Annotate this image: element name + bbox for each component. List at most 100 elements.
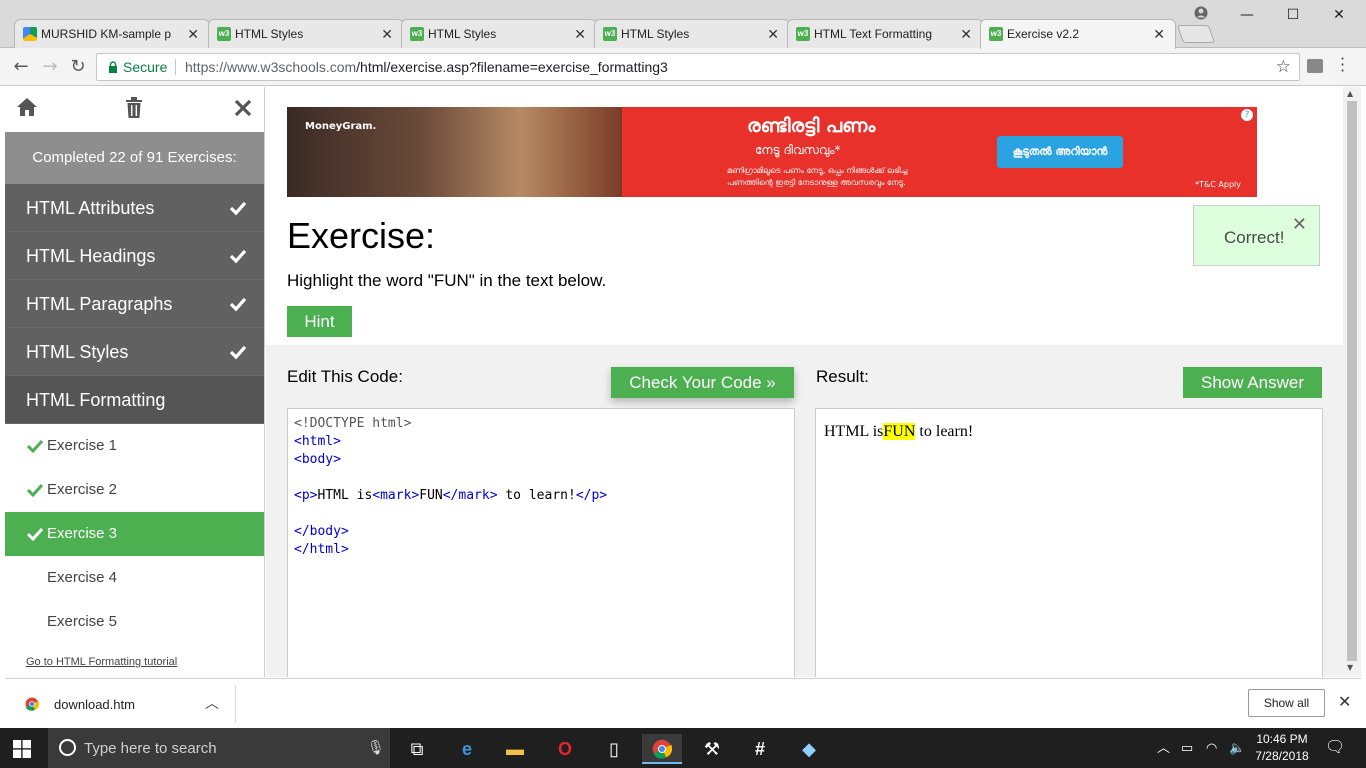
w3schools-icon: w3 [603,27,617,41]
ad-cta-button[interactable]: കൂടുതൽ അറിയാൻ [997,136,1123,168]
search-icon [59,739,76,756]
tab-html-text-formatting[interactable]: w3 HTML Text Formatting ✕ [787,19,983,49]
tab-html-styles-2[interactable]: w3 HTML Styles ✕ [401,19,597,49]
tab-html-styles-1[interactable]: w3 HTML Styles ✕ [208,19,404,49]
volume-icon[interactable]: 🔈 [1229,728,1245,768]
download-divider [235,685,236,723]
ad-title: രണ്ടിരട്ടി പണം [747,115,876,137]
hint-button[interactable]: Hint [287,306,352,337]
close-icon[interactable]: ✕ [767,20,779,48]
chevron-up-icon[interactable]: ︿ [1157,728,1170,768]
w3schools-icon: w3 [989,27,1003,41]
chevron-up-icon[interactable]: ︿ [205,693,219,713]
forward-arrow-icon[interactable]: → [39,56,61,78]
chrome-icon[interactable] [642,734,682,764]
close-icon[interactable]: ✕ [1153,20,1165,48]
window-close-button[interactable]: ✕ [1316,0,1362,30]
exercise-item-3[interactable]: Exercise 3 [5,512,264,556]
code-line: </html> [294,542,349,557]
profile-icon[interactable] [1178,0,1224,30]
section-html-paragraphs[interactable]: HTML Paragraphs [5,280,264,328]
close-icon[interactable] [234,99,252,117]
show-all-button[interactable]: Show all [1248,689,1325,717]
google-drive-icon [23,27,37,41]
exercise-sidebar: Completed 22 of 91 Exercises: HTML Attri… [5,87,265,677]
correct-message: Correct! [1224,228,1285,247]
battery-icon[interactable]: ▭ [1181,728,1193,768]
maximize-button[interactable]: ☐ [1270,0,1316,30]
section-html-styles[interactable]: HTML Styles [5,328,264,376]
address-bar[interactable]: Secure https://www.w3schools.com/html/ex… [96,53,1300,81]
scroll-up-arrow-icon[interactable]: ▲ [1347,89,1353,98]
close-icon[interactable]: ✕ [960,20,972,48]
file-explorer-icon[interactable]: ▬ [495,734,535,764]
ad-brand-logo: MoneyGram. [305,121,377,132]
result-label: Result: [816,367,869,386]
notepad-icon[interactable]: ▯ [594,734,634,764]
tab-murshid[interactable]: MURSHID KM-sample pr ✕ [14,19,210,49]
exercise-item-5[interactable]: Exercise 5 [5,600,264,644]
scrollbar-thumb[interactable] [1347,101,1357,661]
close-icon[interactable]: ✕ [1338,692,1351,712]
exercise-item-2[interactable]: Exercise 2 [5,468,264,512]
opera-icon[interactable]: O [545,734,585,764]
check-code-button[interactable]: Check Your Code » [611,367,794,398]
menu-icon[interactable]: · · · [1340,51,1345,79]
code-line: <html> [294,434,341,449]
url-text[interactable]: https://www.w3schools.com/html/exercise.… [185,54,668,80]
ad-subtitle: നേടൂ ദിവസവും* [755,143,841,157]
tab-html-styles-3[interactable]: w3 HTML Styles ✕ [594,19,790,49]
browser-tabstrip: MURSHID KM-sample pr ✕ w3 HTML Styles ✕ … [0,0,1366,49]
w3schools-icon: w3 [217,27,231,41]
correct-notification: Correct! ✕ [1193,205,1320,266]
progress-summary: Completed 22 of 91 Exercises: [5,132,264,184]
section-html-headings[interactable]: HTML Headings [5,232,264,280]
code-line: <body> [294,452,341,467]
section-html-attributes[interactable]: HTML Attributes [5,184,264,232]
notification-icon[interactable]: 🗨 [1325,728,1345,768]
bookmark-star-icon[interactable]: ☆ [1276,54,1291,80]
edit-code-label: Edit This Code: [287,367,403,386]
scroll-down-arrow-icon[interactable]: ▼ [1347,663,1353,672]
page-content: Completed 22 of 91 Exercises: HTML Attri… [5,87,1361,677]
tools-icon[interactable]: ⚒ [692,734,732,764]
app-icon[interactable]: ◆ [789,734,829,764]
taskbar-search[interactable]: Type here to search 🎙 [48,728,390,768]
task-view-icon[interactable]: ⧉ [397,734,437,764]
slack-icon[interactable]: # [740,734,780,764]
advertisement-banner[interactable]: MoneyGram. രണ്ടിരട്ടി പണം നേടൂ ദിവസവും* … [287,107,1257,197]
tab-exercise[interactable]: w3 Exercise v2.2 ✕ [980,19,1176,49]
home-icon[interactable] [16,97,38,117]
edge-browser-icon[interactable]: e [447,734,487,764]
trash-icon[interactable] [125,97,143,119]
code-editor[interactable]: <!DOCTYPE html> <html> <body> <p>HTML is… [287,408,795,677]
tutorial-link[interactable]: Go to HTML Formatting tutorial [26,656,177,668]
section-html-formatting[interactable]: HTML Formatting [5,376,264,424]
reload-icon[interactable]: ↻ [67,56,89,78]
clock-date: 7/28/2018 [1255,749,1309,763]
exercise-item-4[interactable]: Exercise 4 [5,556,264,600]
close-icon[interactable]: ✕ [574,20,586,48]
extension-icon[interactable] [1307,59,1323,73]
omnibox-divider [175,59,176,75]
microphone-icon[interactable]: 🎙 [367,739,385,756]
close-icon[interactable]: ✕ [381,20,393,48]
show-answer-button[interactable]: Show Answer [1183,367,1322,398]
page-title: Exercise: [287,215,436,256]
system-clock[interactable]: 10:46 PM 7/28/2018 [1252,731,1312,765]
minimize-button[interactable]: — [1224,0,1270,30]
page-scrollbar[interactable]: ▲ ▼ [1343,87,1361,677]
search-placeholder: Type here to search [84,740,217,757]
windows-start-icon[interactable] [13,740,31,763]
secure-label: Secure [123,59,168,75]
wifi-icon[interactable]: ◠ [1206,728,1217,768]
ad-small-text: മണിഗ്രാമിലൂടെ പണം നേടൂ, ഒപ്പം നിങ്ങൾക്ക്… [727,166,908,187]
close-icon[interactable]: ✕ [187,20,199,48]
ad-terms: *T&C Apply [1195,180,1241,189]
back-arrow-icon[interactable]: ← [10,56,32,78]
ad-info-icon[interactable]: ? [1241,109,1253,121]
exercise-item-1[interactable]: Exercise 1 [5,424,264,468]
close-icon[interactable]: ✕ [1292,214,1307,235]
